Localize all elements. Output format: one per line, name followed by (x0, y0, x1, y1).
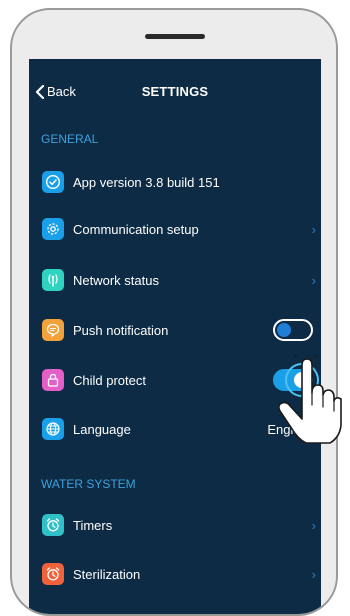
antenna-icon (42, 269, 64, 291)
language-label: Language (73, 421, 131, 437)
speaker-grille (145, 34, 205, 39)
row-communication-setup[interactable]: Communication setup › (29, 204, 321, 254)
tapping-hand-icon (278, 355, 342, 444)
push-notification-label: Push notification (73, 322, 169, 338)
lock-icon (42, 369, 64, 391)
check-circle-icon (42, 171, 64, 193)
chat-bubble-icon (42, 319, 64, 341)
row-network-status[interactable]: Network status › (29, 255, 321, 305)
child-protect-label: Child protect (73, 372, 146, 388)
sterilization-label: Sterilization (73, 566, 141, 582)
alarm-clock-icon (42, 514, 64, 536)
section-water-system: WATER SYSTEM (41, 477, 136, 491)
app-version-label: App version 3.8 build 151 (73, 174, 220, 190)
section-general: GENERAL (41, 132, 99, 146)
row-push-notification: Push notification (29, 305, 321, 355)
row-app-version: App version 3.8 build 151 (29, 157, 321, 207)
toggle-knob (277, 323, 291, 337)
chevron-right-icon: › (311, 221, 316, 237)
push-notification-toggle[interactable] (273, 319, 313, 341)
chevron-right-icon: › (311, 272, 316, 288)
globe-icon (42, 418, 64, 440)
gear-icon (42, 218, 64, 240)
communication-setup-label: Communication setup (73, 221, 199, 237)
chevron-right-icon: › (311, 517, 316, 533)
alarm-clock-icon (42, 563, 64, 585)
row-sterilization[interactable]: Sterilization › (29, 549, 321, 599)
phone-frame: Back SETTINGS GENERAL App version 3.8 bu… (10, 8, 338, 616)
settings-screen: Back SETTINGS GENERAL App version 3.8 bu… (29, 59, 321, 614)
row-timers[interactable]: Timers › (29, 500, 321, 550)
top-bar: Back SETTINGS (29, 59, 321, 121)
chevron-right-icon: › (311, 566, 316, 582)
timers-label: Timers (73, 517, 113, 533)
page-title: SETTINGS (141, 84, 209, 99)
network-status-label: Network status (73, 272, 159, 288)
